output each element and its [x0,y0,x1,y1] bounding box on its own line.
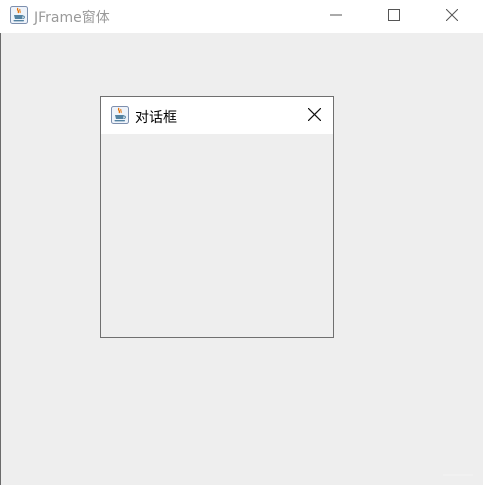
main-window-title: JFrame窗体 [34,10,110,26]
faint-watermark-mark [443,474,473,476]
java-coffee-icon[interactable] [111,106,129,124]
maximize-icon [388,9,400,21]
window-left-border [0,0,1,485]
dialog-titlebar[interactable]: 对话框 [101,97,333,134]
dialog-close-button[interactable] [303,104,325,126]
main-window-titlebar[interactable]: JFrame窗体 [0,0,483,33]
close-icon [446,9,458,21]
main-window: JFrame窗体 对话框 [0,0,483,485]
minimize-button[interactable] [313,0,359,30]
close-button[interactable] [429,0,475,30]
minimize-icon [330,9,342,21]
maximize-button[interactable] [371,0,417,30]
dialog-title: 对话框 [135,110,177,126]
java-coffee-icon[interactable] [10,6,28,24]
dialog-window[interactable]: 对话框 [100,96,334,338]
close-icon [307,106,321,125]
